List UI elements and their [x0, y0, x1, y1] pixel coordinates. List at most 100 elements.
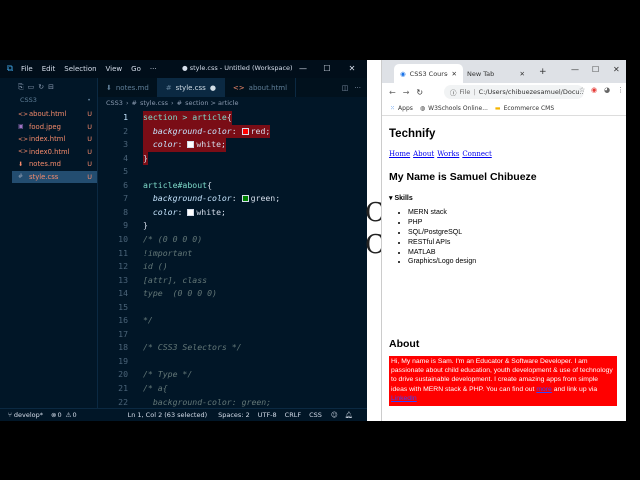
- nav-home[interactable]: Home: [389, 150, 410, 158]
- code-line[interactable]: 8 color: white;: [98, 206, 367, 220]
- code-line[interactable]: 19: [98, 355, 367, 369]
- breadcrumb-folder[interactable]: CSS3: [106, 99, 123, 107]
- menu-view[interactable]: View: [106, 65, 123, 73]
- list-item: PHP: [408, 218, 476, 228]
- skills-summary[interactable]: ▾ Skills: [389, 194, 413, 202]
- indentation[interactable]: Spaces: 2: [218, 411, 250, 419]
- file-name: index0.html: [29, 147, 70, 156]
- code-line[interactable]: 10 /* (0 0 0 0): [98, 233, 367, 247]
- folder-header[interactable]: CSS3 •: [12, 96, 97, 108]
- code-editor[interactable]: 1 section > article{2 background-color: r…: [98, 109, 367, 408]
- menu-file[interactable]: File: [21, 65, 33, 73]
- url-bar[interactable]: ⓘ File | C:/Users/chibuezesamuel/Docu...: [444, 85, 584, 99]
- warning-icon[interactable]: ⚠: [66, 411, 72, 419]
- nav-connect[interactable]: Connect: [462, 150, 491, 158]
- language-mode[interactable]: CSS: [309, 411, 322, 419]
- code-line[interactable]: 1 section > article{: [98, 111, 367, 125]
- feedback-icon[interactable]: ☺: [331, 411, 338, 419]
- bookmark-apps[interactable]: ⁙ Apps: [390, 105, 413, 112]
- tab-style-css[interactable]: # style.css ●: [157, 78, 225, 97]
- more-actions-icon[interactable]: ···: [354, 84, 361, 92]
- more-link[interactable]: more: [536, 386, 552, 393]
- split-editor-icon[interactable]: ◫: [342, 84, 349, 92]
- bookmark-label: Apps: [398, 104, 413, 112]
- file-item[interactable]: <> index.html U: [12, 133, 97, 146]
- bookmark-w3schools[interactable]: ◍ W3Schools Online...: [420, 105, 488, 112]
- file-item[interactable]: ▣ food.jpeg U: [12, 121, 97, 134]
- breadcrumb-file[interactable]: style.css: [140, 99, 168, 107]
- code-line[interactable]: 16 */: [98, 314, 367, 328]
- new-folder-icon[interactable]: ▭: [28, 83, 35, 91]
- menu-selection[interactable]: Selection: [64, 65, 96, 73]
- nav-works[interactable]: Works: [437, 150, 459, 158]
- code-line[interactable]: 14 type (0 0 0 0): [98, 287, 367, 301]
- file-item[interactable]: <> index0.html U: [12, 146, 97, 159]
- forward-icon[interactable]: →: [403, 88, 410, 97]
- file-item[interactable]: ⬇ notes.md U: [12, 158, 97, 171]
- menu-edit[interactable]: Edit: [42, 65, 56, 73]
- code-text: type (0 0 0 0): [143, 288, 217, 299]
- code-line[interactable]: 18 /* CSS3 Selectors */: [98, 341, 367, 355]
- line-ending[interactable]: CRLF: [285, 411, 301, 419]
- new-file-icon[interactable]: ⎘: [18, 83, 24, 92]
- code-line[interactable]: 7 background-color: green;: [98, 192, 367, 206]
- code-line[interactable]: 2 background-color: red;: [98, 124, 367, 139]
- breadcrumb-selector[interactable]: section > article: [185, 99, 238, 107]
- tab-close-icon[interactable]: ✕: [520, 70, 525, 78]
- chrome-minimize-button[interactable]: —: [571, 65, 579, 74]
- chrome-menu-icon[interactable]: ⋮: [617, 86, 624, 94]
- linkedin-link[interactable]: LinkedIn: [391, 395, 417, 402]
- code-line[interactable]: 15: [98, 301, 367, 315]
- browser-tab-newtab[interactable]: New Tab ✕: [461, 64, 531, 83]
- encoding[interactable]: UTF-8: [258, 411, 277, 419]
- code-line[interactable]: 5: [98, 165, 367, 179]
- tab-notes-md[interactable]: ⬇ notes.md: [98, 78, 158, 97]
- minimize-button[interactable]: —: [296, 62, 310, 75]
- branch-name[interactable]: develop*: [14, 411, 43, 419]
- new-tab-button[interactable]: +: [539, 67, 547, 77]
- file-item[interactable]: # style.css U: [12, 170, 97, 183]
- code-line[interactable]: 13 [attr], class: [98, 274, 367, 288]
- profile-icon[interactable]: ◕: [604, 86, 610, 94]
- nav-about[interactable]: About: [413, 150, 434, 158]
- color-swatch[interactable]: [187, 141, 195, 149]
- code-line[interactable]: 12 id (): [98, 260, 367, 274]
- code-line[interactable]: 20 /* Type */: [98, 368, 367, 382]
- star-icon[interactable]: ☆: [579, 86, 585, 94]
- notifications-icon[interactable]: 🔔︎: [345, 411, 353, 419]
- code-line[interactable]: 17: [98, 328, 367, 342]
- code-line[interactable]: 21 /* a{: [98, 382, 367, 396]
- code-line[interactable]: 11 !important: [98, 247, 367, 261]
- code-line[interactable]: 6 article#about{: [98, 179, 367, 193]
- color-swatch[interactable]: [241, 195, 249, 203]
- chrome-close-button[interactable]: ✕: [613, 65, 620, 74]
- chrome-maximize-button[interactable]: ☐: [592, 65, 599, 74]
- branch-icon[interactable]: ⑂: [8, 411, 12, 419]
- menu-go[interactable]: Go: [131, 65, 141, 73]
- browser-tab-css3[interactable]: ◉ CSS3 Course fro ✕: [394, 64, 463, 83]
- bookmark-ecommerce[interactable]: ▬ Ecommerce CMS: [495, 105, 554, 112]
- about-heading: About: [389, 338, 420, 350]
- color-swatch[interactable]: [241, 127, 249, 135]
- extension-icon[interactable]: ◉: [591, 86, 597, 94]
- tab-close-icon[interactable]: ✕: [452, 70, 457, 78]
- code-line[interactable]: 3 color: white;: [98, 138, 367, 152]
- error-count[interactable]: 0: [58, 411, 62, 419]
- code-line[interactable]: 4}: [98, 151, 367, 166]
- code-line[interactable]: 9}: [98, 219, 367, 233]
- collapse-icon[interactable]: ⊟: [48, 83, 54, 91]
- tab-about-html[interactable]: <> about.html: [225, 78, 297, 97]
- unsaved-dot-icon[interactable]: ●: [210, 84, 216, 92]
- cursor-position[interactable]: Ln 1, Col 2 (63 selected): [128, 411, 208, 419]
- menu-more[interactable]: ···: [150, 65, 157, 73]
- warning-count[interactable]: 0: [72, 411, 76, 419]
- close-button[interactable]: ✕: [345, 62, 359, 75]
- reload-icon[interactable]: ↻: [416, 88, 423, 97]
- file-item[interactable]: <> about.html U: [12, 108, 97, 121]
- breadcrumb-hash-icon: #: [131, 99, 137, 107]
- refresh-icon[interactable]: ↻: [38, 83, 44, 91]
- color-swatch[interactable]: [187, 208, 195, 216]
- maximize-button[interactable]: ☐: [320, 62, 334, 75]
- back-icon[interactable]: ←: [389, 88, 396, 97]
- error-icon[interactable]: ⊗: [51, 411, 56, 419]
